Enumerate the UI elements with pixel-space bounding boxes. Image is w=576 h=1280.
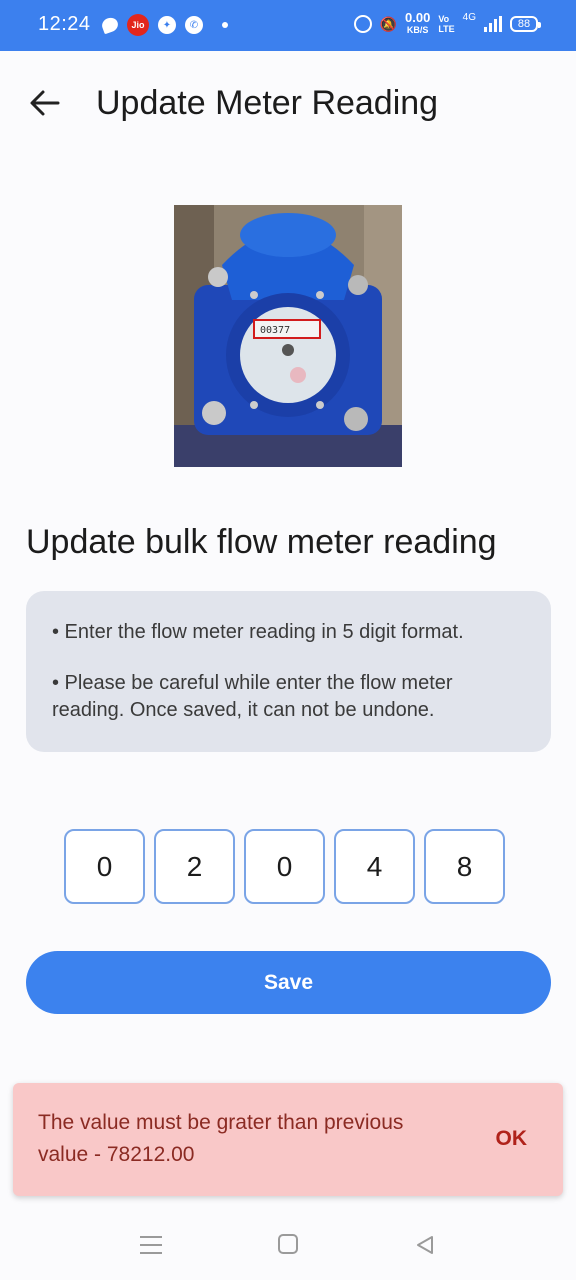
status-bar: 12:24 Jio ✦ ✆ 🔕 0.00 KB/S Vo LTE 4G 88 xyxy=(0,0,576,51)
meter-reading-text: 00377 xyxy=(260,325,290,336)
network-speed-unit: KB/S xyxy=(406,25,429,35)
app-notification-icon: ✦ xyxy=(158,16,176,34)
save-button[interactable]: Save xyxy=(26,951,551,1014)
home-icon[interactable] xyxy=(278,1234,298,1254)
meter-photo: 00377 xyxy=(174,205,402,467)
jio-icon: Jio xyxy=(127,14,149,36)
network-speed-value: 0.00 xyxy=(405,10,431,25)
snackbar-message: The value must be grater than previous v… xyxy=(38,1111,404,1166)
volte-icon: Vo LTE xyxy=(438,14,454,34)
notification-icons: Jio ✦ ✆ xyxy=(100,14,228,36)
digit-input-5[interactable]: 8 xyxy=(424,829,505,904)
error-snackbar: The value must be grater than previous v… xyxy=(13,1083,563,1196)
nav-back-icon[interactable] xyxy=(414,1234,436,1256)
battery-icon: 88 xyxy=(510,16,541,32)
digit-input-3[interactable]: 0 xyxy=(244,829,325,904)
vibrate-mute-icon: 🔕 xyxy=(379,15,397,32)
snackbar-ok-button[interactable]: OK xyxy=(496,1127,528,1151)
digit-input-4[interactable]: 4 xyxy=(334,829,415,904)
back-arrow-icon[interactable] xyxy=(28,86,62,120)
instructions-box: • Enter the flow meter reading in 5 digi… xyxy=(26,591,551,752)
system-icons: 🔕 0.00 KB/S Vo LTE 4G 88 xyxy=(353,10,541,36)
alarm-icon xyxy=(353,15,372,33)
page-title: Update Meter Reading xyxy=(96,84,439,122)
chat-icon xyxy=(100,15,120,35)
instruction-line-1: • Enter the flow meter reading in 5 digi… xyxy=(52,621,464,643)
signal-icon xyxy=(484,16,502,32)
status-time: 12:24 xyxy=(38,13,91,35)
volte-top: Vo xyxy=(438,14,450,24)
digit-input-1[interactable]: 0 xyxy=(64,829,145,904)
reading-digit-inputs: 0 2 0 4 8 xyxy=(64,829,505,904)
instruction-line-2: • Please be careful while enter the flow… xyxy=(52,672,453,721)
whatsapp-icon: ✆ xyxy=(185,16,203,34)
more-notifications-dot-icon xyxy=(222,22,228,28)
digit-input-2[interactable]: 2 xyxy=(154,829,235,904)
volte-bottom: LTE xyxy=(438,24,455,34)
section-title: Update bulk flow meter reading xyxy=(26,523,497,561)
system-nav-bar xyxy=(0,1210,576,1280)
network-type: 4G xyxy=(462,12,476,23)
recent-apps-icon[interactable] xyxy=(140,1236,162,1254)
network-speed: 0.00 KB/S xyxy=(405,10,431,36)
